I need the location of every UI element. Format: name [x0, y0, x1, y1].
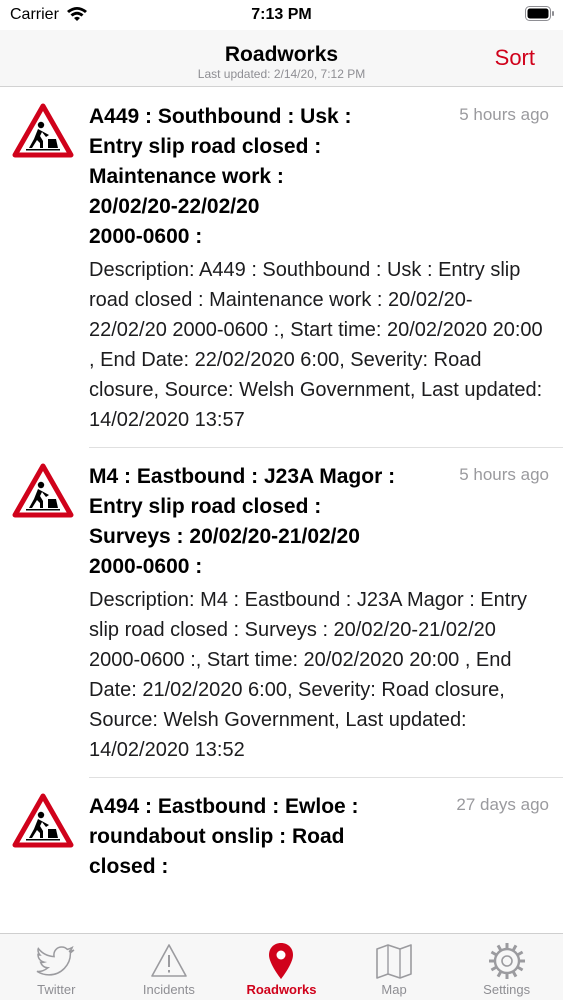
tab-label: Roadworks — [246, 982, 317, 997]
list-item[interactable]: 27 days ago A494 : Eastbound : Ewloe : rou… — [0, 778, 563, 894]
roadworks-warning-icon — [12, 463, 74, 519]
battery-icon — [525, 6, 555, 27]
roadworks-warning-icon — [12, 793, 74, 849]
tab-twitter[interactable]: Twitter — [0, 934, 113, 1000]
twitter-bird-icon — [36, 941, 76, 981]
roadwork-description: Description: A449 : Southbound : Usk : E… — [89, 259, 543, 431]
last-updated-subtitle: Last updated: 2/14/20, 7:12 PM — [197, 67, 366, 81]
roadwork-title-line: 20/02/20-22/02/20 — [89, 195, 260, 218]
list-item[interactable]: 5 hours ago A449 : Southbound : Usk : Entr… — [0, 88, 563, 447]
tab-label: Settings — [483, 982, 531, 997]
page-title: Roadworks — [224, 43, 339, 66]
warning-triangle-icon — [149, 941, 189, 981]
tab-roadworks[interactable]: Roadworks — [225, 934, 338, 1000]
list-item[interactable]: 5 hours ago M4 : Eastbound : J23A Magor :… — [0, 448, 563, 777]
tab-settings[interactable]: Settings — [450, 934, 563, 1000]
roadwork-title-line: closed : — [89, 855, 169, 878]
roadwork-title-line: Surveys : 20/02/20-21/02/20 — [89, 525, 360, 548]
tab-label: Map — [381, 982, 407, 997]
tab-bar: Twitter Incidents Roadworks Map Settings — [0, 933, 563, 1000]
status-bar: Carrier 7:13 PM — [0, 0, 563, 30]
roadwork-title-line: 2000-0600 : — [89, 555, 203, 578]
roadwork-title-line: 2000-0600 : — [89, 225, 203, 248]
roadwork-title-line: roundabout onslip : Road — [89, 825, 345, 848]
map-pin-icon — [261, 941, 301, 981]
time-ago-label: 5 hours ago — [459, 105, 549, 124]
sort-button[interactable]: Sort — [495, 45, 535, 71]
tab-label: Twitter — [37, 982, 76, 997]
navigation-bar: Roadworks Last updated: 2/14/20, 7:12 PM… — [0, 30, 563, 87]
status-time: 7:13 PM — [251, 6, 312, 23]
tab-incidents[interactable]: Incidents — [113, 934, 226, 1000]
roadwork-description: Description: M4 : Eastbound : J23A Magor… — [89, 589, 527, 761]
folded-map-icon — [374, 941, 414, 981]
roadworks-list[interactable]: 5 hours ago A449 : Southbound : Usk : Entr… — [0, 88, 563, 933]
time-ago-label: 5 hours ago — [459, 465, 549, 484]
roadwork-title-line: Maintenance work : — [89, 165, 284, 188]
roadwork-title-line: Entry slip road closed : — [89, 135, 322, 158]
gear-icon — [487, 941, 527, 981]
time-ago-label: 27 days ago — [456, 795, 549, 814]
roadworks-warning-icon — [12, 103, 74, 159]
tab-map[interactable]: Map — [338, 934, 451, 1000]
roadwork-title-line: Entry slip road closed : — [89, 495, 322, 518]
tab-label: Incidents — [142, 982, 195, 997]
